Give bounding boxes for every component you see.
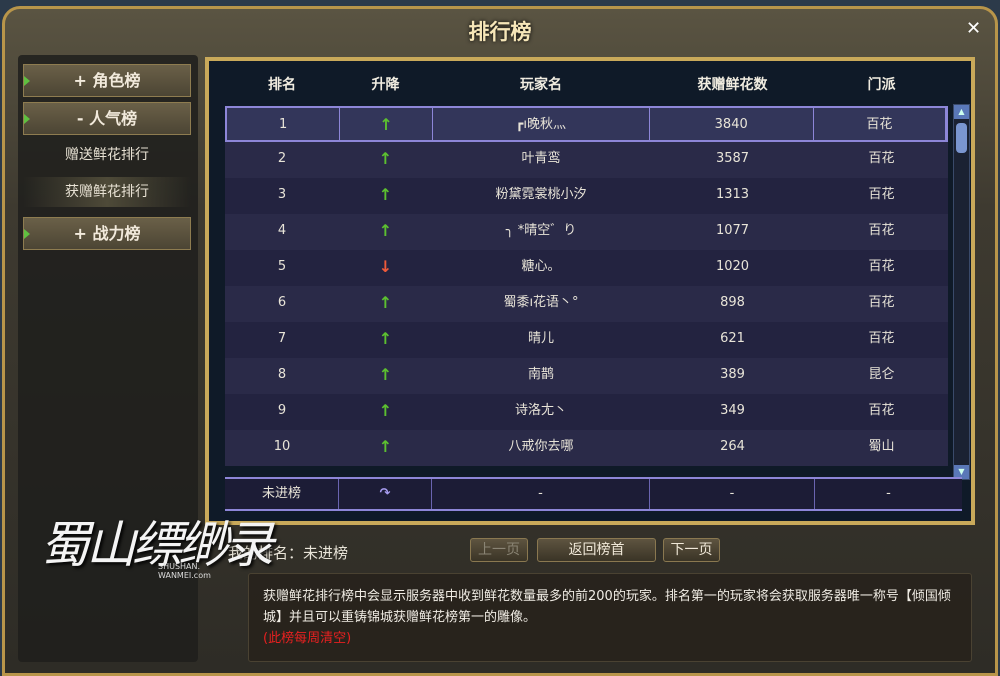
back-to-top-button[interactable]: 返回榜首 — [537, 538, 656, 562]
table-row[interactable]: 9 ↑ 诗洛尢丶 349 百花 — [225, 394, 948, 430]
rank-cell: 8 — [277, 367, 287, 382]
header-sect: 门派 — [867, 77, 896, 93]
close-icon[interactable]: ✕ — [966, 18, 981, 39]
scroll-thumb[interactable] — [956, 123, 967, 153]
category-role[interactable]: + 角色榜 — [23, 64, 191, 97]
sect-cell: 昆仑 — [868, 367, 895, 382]
flowers-cell: 264 — [720, 439, 745, 454]
table-row[interactable]: 3 ↑ 粉黛霓裳桃小汐 1313 百花 — [225, 178, 948, 214]
sect-cell: 百花 — [868, 403, 895, 418]
flowers-cell: 898 — [720, 295, 745, 310]
rank-cell: 2 — [277, 151, 287, 166]
rank-cell: 10 — [273, 439, 291, 454]
arrow-up-icon: ↑ — [378, 401, 393, 420]
subitem-give-flowers[interactable]: 赠送鲜花排行 — [23, 140, 191, 170]
table-row[interactable]: 6 ↑ 蜀黍ı花语丶° 898 百花 — [225, 286, 948, 322]
category-popularity[interactable]: - 人气榜 — [23, 102, 191, 135]
subitem-receive-flowers[interactable]: 获赠鲜花排行 — [23, 177, 191, 207]
header-player: 玩家名 — [520, 77, 562, 93]
header-trend: 升降 — [371, 77, 400, 93]
my-name: - — [432, 479, 650, 509]
arrow-up-icon: ↑ — [378, 185, 393, 204]
arrow-up-icon: ↑ — [378, 221, 393, 240]
flowers-cell: 349 — [720, 403, 745, 418]
window-title: 排行榜 — [468, 20, 532, 44]
player-name-cell: 糖心。 — [521, 259, 561, 274]
player-name-cell: 诗洛尢丶 — [514, 403, 567, 418]
flowers-cell: 389 — [720, 367, 745, 382]
rank-cell: 4 — [277, 223, 287, 238]
table-row[interactable]: 4 ↑ ╮ *晴空゛り 1077 百花 — [225, 214, 948, 250]
arrow-up-icon: ↑ — [340, 108, 433, 140]
table-row[interactable]: 1 ↑ ┏ı晚秋灬 3840 百花 — [225, 106, 948, 142]
my-flowers: - — [650, 479, 815, 509]
table-row[interactable]: 8 ↑ 南鹊 389 昆仑 — [225, 358, 948, 394]
rank-cell: 5 — [277, 259, 287, 274]
rank-cell: 6 — [277, 295, 287, 310]
arrow-up-icon: ↑ — [378, 329, 393, 348]
table-row[interactable]: 7 ↑ 晴儿 621 百花 — [225, 322, 948, 358]
unranked-icon: ↷ — [339, 479, 432, 509]
table-row[interactable]: 10 ↑ 八戒你去哪 264 蜀山 — [225, 430, 948, 466]
flowers-cell: 1020 — [715, 259, 750, 274]
my-sect: - — [886, 486, 891, 501]
header-flowers: 获赠鲜花数 — [697, 77, 768, 93]
rank-cell: 3 — [277, 187, 287, 202]
flowers-cell: 1077 — [715, 223, 750, 238]
table-row[interactable]: 5 ↓ 糖心。 1020 百花 — [225, 250, 948, 286]
logo-subtext: SHUSHAN. WANMEI.com — [158, 562, 211, 580]
player-name-cell: ┏ı晚秋灬 — [433, 108, 650, 140]
player-name-cell: 叶青鸾 — [521, 151, 561, 166]
arrow-up-icon: ↑ — [378, 437, 393, 456]
sect-cell: 百花 — [868, 223, 895, 238]
scroll-up-icon[interactable]: ▲ — [954, 105, 969, 119]
player-name-cell: 晴儿 — [527, 331, 554, 346]
scrollbar[interactable]: ▲ ▼ — [953, 104, 970, 480]
sect-cell: 百花 — [868, 259, 895, 274]
player-name-cell: 蜀黍ı花语丶° — [503, 295, 579, 310]
sect-cell: 百花 — [868, 295, 895, 310]
flowers-cell: 3840 — [650, 108, 814, 140]
flowers-cell: 1313 — [715, 187, 750, 202]
sect-cell: 百花 — [814, 108, 947, 140]
player-name-cell: 八戒你去哪 — [508, 439, 574, 454]
arrow-down-icon: ↓ — [378, 257, 393, 276]
arrow-up-icon: ↑ — [378, 365, 393, 384]
description-text: 获赠鲜花排行榜中会显示服务器中收到鲜花数量最多的前200的玩家。排名第一的玩家将… — [263, 589, 951, 625]
flowers-cell: 3587 — [715, 151, 750, 166]
game-logo: 蜀山缥缈录 — [40, 516, 274, 574]
arrow-up-icon: ↑ — [378, 293, 393, 312]
category-power[interactable]: + 战力榜 — [23, 217, 191, 250]
rank-cell: 7 — [277, 331, 287, 346]
header-rank: 排名 — [268, 77, 296, 93]
rank-cell: 9 — [277, 403, 287, 418]
prev-page-button[interactable]: 上一页 — [470, 538, 528, 562]
sect-cell: 蜀山 — [868, 439, 895, 454]
player-name-cell: ╮ *晴空゛り — [505, 223, 577, 238]
weekly-reset-note: (此榜每周清空) — [263, 631, 352, 646]
next-page-button[interactable]: 下一页 — [663, 538, 720, 562]
sect-cell: 百花 — [868, 331, 895, 346]
arrow-up-icon: ↑ — [378, 149, 393, 168]
rank-cell: 1 — [227, 108, 341, 140]
sect-cell: 百花 — [868, 187, 895, 202]
table-row[interactable]: 2 ↑ 叶青鸾 3587 百花 — [225, 142, 948, 178]
sect-cell: 百花 — [868, 151, 895, 166]
flowers-cell: 621 — [720, 331, 745, 346]
my-rank-row: 未进榜 ↷ - - - — [225, 477, 962, 511]
player-name-cell: 粉黛霓裳桃小汐 — [495, 187, 587, 202]
description-box: 获赠鲜花排行榜中会显示服务器中收到鲜花数量最多的前200的玩家。排名第一的玩家将… — [248, 573, 972, 662]
player-name-cell: 南鹊 — [527, 367, 554, 382]
